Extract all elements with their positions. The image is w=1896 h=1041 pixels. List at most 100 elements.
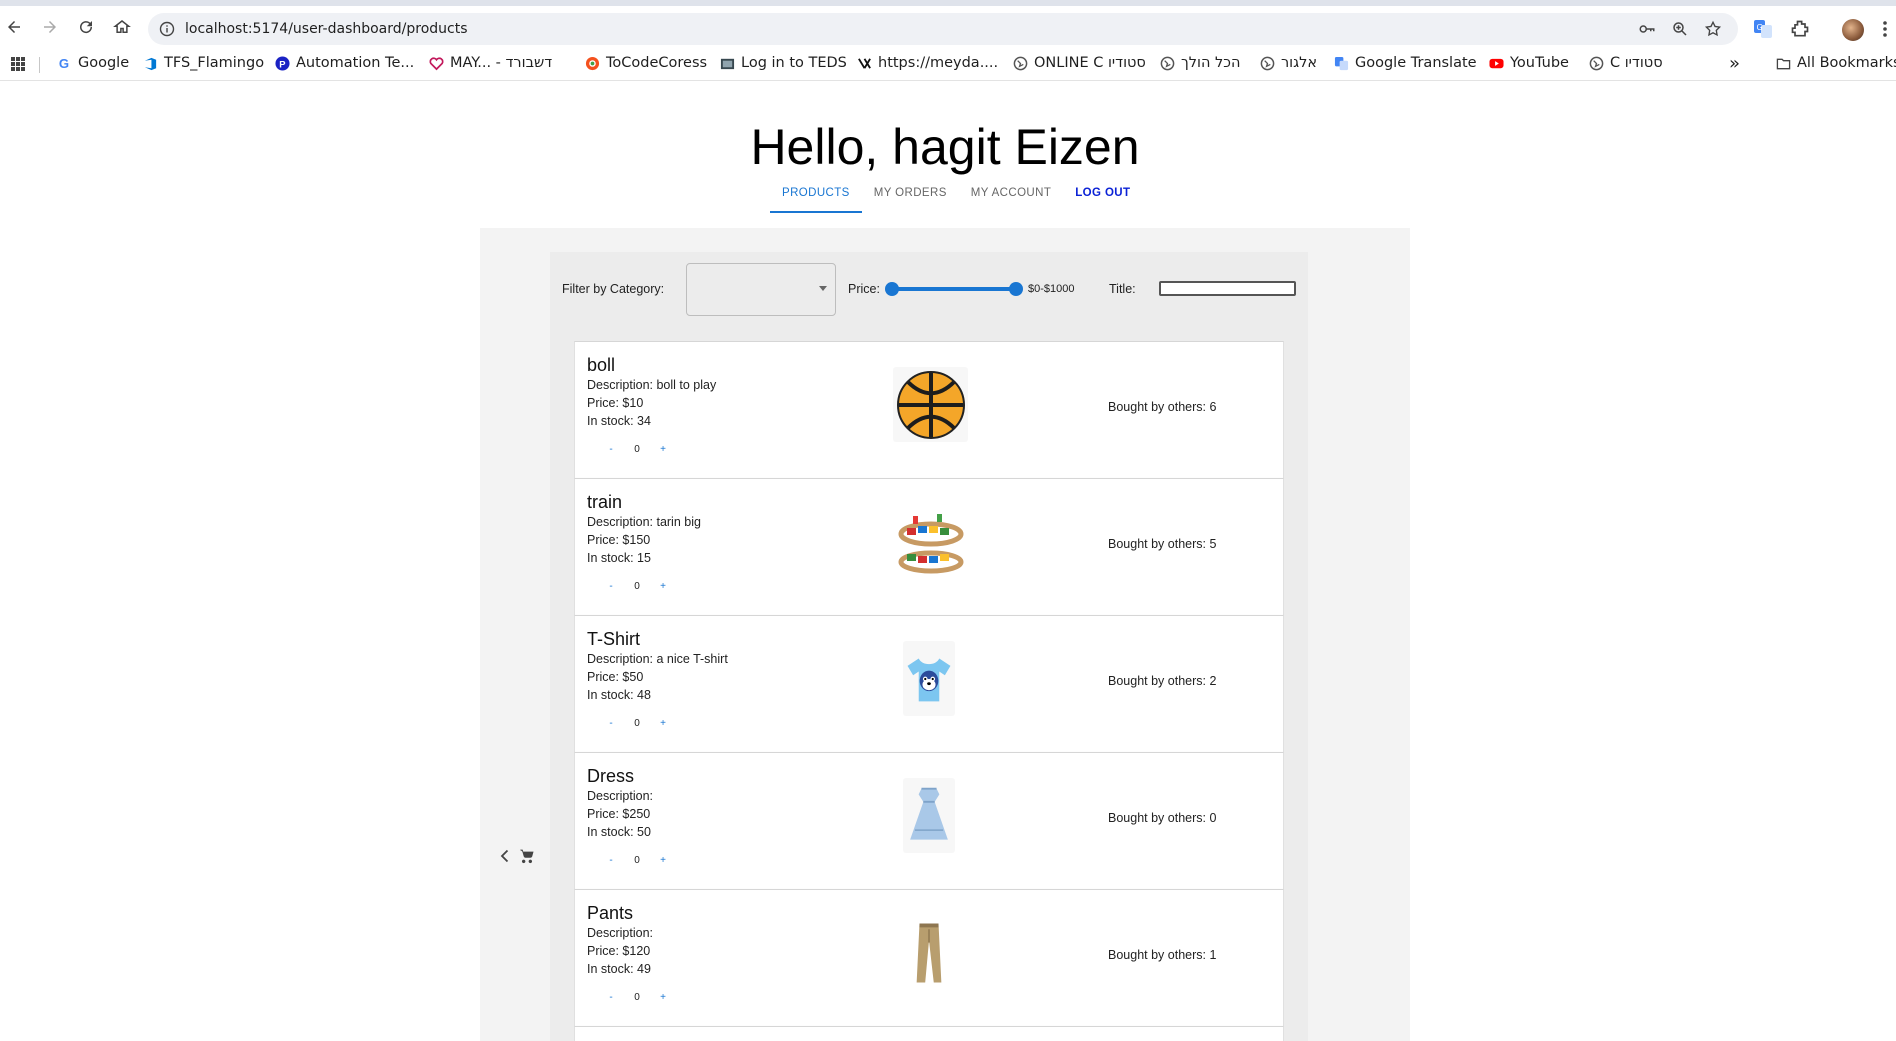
azure-devops-icon [142, 55, 158, 71]
product-stock: In stock: 15 [587, 551, 651, 565]
decrease-quantity-button[interactable]: - [605, 855, 617, 866]
bookmark-tfs-flamingo[interactable]: TFS_Flamingo [142, 52, 264, 74]
apps-grid-icon[interactable] [10, 56, 26, 72]
all-bookmarks-button[interactable]: All Bookmarks [1775, 52, 1896, 74]
bookmark-label: Log in to TEDS [741, 55, 847, 71]
tab-my-orders[interactable]: MY ORDERS [862, 183, 959, 213]
bookmark-tocode[interactable]: ToCodeCoress [584, 52, 707, 74]
bookmarks-divider [39, 57, 40, 73]
bookmark-google[interactable]: G Google [56, 52, 129, 74]
password-key-icon[interactable] [1638, 20, 1656, 38]
translate-icon [1333, 55, 1349, 71]
svg-text:G: G [58, 56, 68, 71]
increase-quantity-button[interactable]: + [657, 581, 669, 592]
bookmark-c-studio[interactable]: C סטודיו [1588, 52, 1663, 74]
dropdown-arrow-icon [819, 286, 827, 291]
bought-by-others: Bought by others: 5 [1108, 537, 1217, 551]
product-card: train Description: tarin big Price: $150… [574, 478, 1284, 615]
quantity-value: 0 [634, 855, 640, 866]
bookmark-automation[interactable]: P Automation Te... [274, 52, 414, 74]
product-description: Description: tarin big [587, 515, 701, 529]
product-price: Price: $50 [587, 670, 644, 684]
shopping-cart-icon[interactable] [519, 848, 535, 864]
decrease-quantity-button[interactable]: - [605, 992, 617, 1003]
product-price: Price: $150 [587, 533, 651, 547]
decrease-quantity-button[interactable]: - [605, 581, 617, 592]
bookmark-label: https://meyda.... [878, 55, 999, 71]
price-filter-label: Price: [848, 282, 880, 296]
forward-icon[interactable] [39, 16, 61, 38]
globe-icon [1012, 55, 1028, 71]
category-select[interactable] [686, 263, 836, 316]
zoom-icon[interactable] [1671, 20, 1689, 38]
product-stock: In stock: 48 [587, 688, 651, 702]
pants-icon [903, 915, 955, 990]
quantity-value: 0 [634, 718, 640, 729]
tab-log-out[interactable]: LOG OUT [1063, 183, 1142, 213]
bookmark-label: Automation Te... [296, 55, 415, 71]
heart-icon [428, 55, 444, 71]
product-price: Price: $250 [587, 807, 651, 821]
price-slider-min-thumb[interactable] [885, 282, 899, 296]
price-slider-max-thumb[interactable] [1009, 282, 1023, 296]
tab-my-account[interactable]: MY ACCOUNT [959, 183, 1063, 213]
product-name: boll [587, 355, 616, 375]
bookmark-teds[interactable]: Log in to TEDS [719, 52, 847, 74]
translate-extension-icon[interactable]: G [1753, 19, 1773, 39]
site-info-icon[interactable] [159, 21, 175, 37]
increase-quantity-button[interactable]: + [657, 992, 669, 1003]
product-stock: In stock: 49 [587, 962, 651, 976]
google-icon: G [56, 55, 72, 71]
bookmark-hakol-holech[interactable]: הכל הולך [1159, 52, 1240, 74]
bookmark-label: ONLINE C סטודיו [1034, 55, 1146, 71]
bookmark-label: ToCodeCoress [606, 55, 708, 71]
bookmark-online-c[interactable]: ONLINE C סטודיו [1012, 52, 1146, 74]
price-slider-track[interactable] [892, 287, 1016, 291]
decrease-quantity-button[interactable]: - [605, 444, 617, 455]
product-card: Pants Description: Price: $120 In stock:… [574, 889, 1284, 1026]
bookmark-meyda[interactable]: https://meyda.... [856, 52, 998, 74]
url-text[interactable]: localhost:5174/user-dashboard/products [185, 21, 468, 37]
increase-quantity-button[interactable]: + [657, 718, 669, 729]
bookmark-algor[interactable]: אלגור [1259, 52, 1317, 74]
bought-by-others: Bought by others: 2 [1108, 674, 1217, 688]
tab-products[interactable]: PRODUCTS [770, 183, 862, 213]
globe-icon [1259, 55, 1275, 71]
increase-quantity-button[interactable]: + [657, 444, 669, 455]
title-filter-input[interactable] [1159, 281, 1296, 296]
chevron-left-icon[interactable] [497, 848, 513, 864]
title-filter-label: Title: [1109, 282, 1136, 296]
folder-icon [1775, 55, 1791, 71]
bought-by-others: Bought by others: 1 [1108, 948, 1217, 962]
product-name: train [587, 492, 623, 512]
home-icon[interactable] [111, 16, 133, 38]
address-bar[interactable]: localhost:5174/user-dashboard/products [148, 13, 1738, 45]
bookmark-google-translate[interactable]: Google Translate [1333, 52, 1477, 74]
all-bookmarks-label: All Bookmarks [1797, 55, 1896, 71]
increase-quantity-button[interactable]: + [657, 855, 669, 866]
cart-drawer-toggle[interactable] [497, 848, 535, 864]
quantity-stepper: - 0 + [605, 718, 669, 729]
bookmarks-bar: G Google TFS_Flamingo P Automation Te...… [0, 47, 1896, 81]
svg-text:P: P [279, 59, 285, 69]
svg-text:G: G [1757, 23, 1763, 32]
product-card: Dress Description: Price: $250 In stock:… [574, 752, 1284, 889]
globe-icon [1159, 55, 1175, 71]
bookmark-may[interactable]: MAY... - דשבורד [428, 52, 552, 74]
bought-by-others: Bought by others: 0 [1108, 811, 1217, 825]
extensions-icon[interactable] [1790, 19, 1810, 39]
page-title: Hello, hagit Eizen [750, 119, 1140, 175]
bookmark-youtube[interactable]: YouTube [1488, 52, 1569, 74]
quantity-value: 0 [634, 581, 640, 592]
menu-kebab-icon[interactable] [1880, 19, 1890, 39]
back-icon[interactable] [3, 16, 25, 38]
product-name: T-Shirt [587, 629, 641, 649]
train-icon [893, 504, 968, 579]
bookmarks-overflow-button[interactable]: » [1729, 52, 1740, 74]
quantity-value: 0 [634, 992, 640, 1003]
profile-avatar[interactable] [1842, 19, 1864, 41]
meyda-icon [856, 55, 872, 71]
decrease-quantity-button[interactable]: - [605, 718, 617, 729]
reload-icon[interactable] [75, 16, 97, 38]
bookmark-star-icon[interactable] [1704, 20, 1722, 38]
